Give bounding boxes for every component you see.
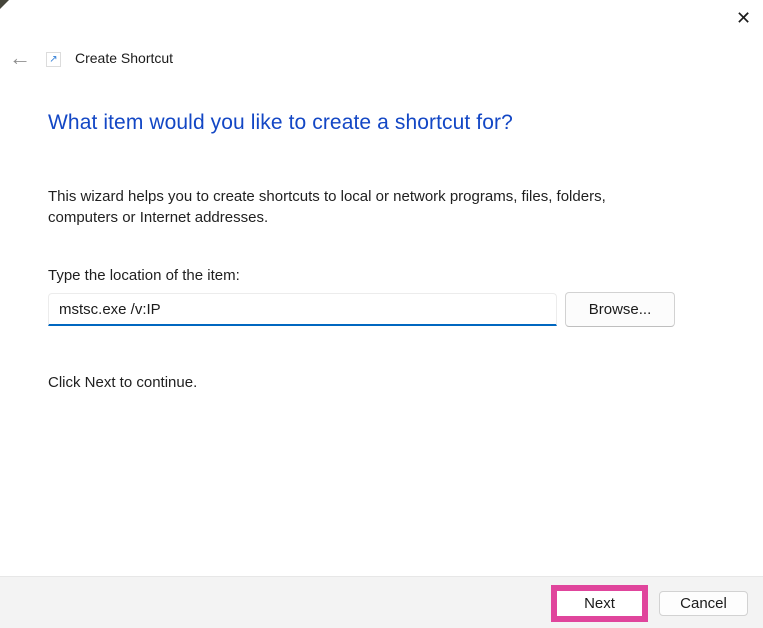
location-label: Type the location of the item: [48, 267, 240, 284]
back-button[interactable]: ← [5, 44, 35, 72]
close-button[interactable]: ✕ [727, 1, 760, 34]
browse-button[interactable]: Browse... [565, 292, 675, 327]
next-hint-text: Click Next to continue. [48, 374, 197, 391]
window-title: Create Shortcut [75, 50, 173, 66]
back-arrow-icon: ← [9, 47, 31, 69]
annotation-highlight-box: Next [551, 585, 648, 622]
next-button[interactable]: Next [557, 591, 642, 616]
shortcut-overlay-icon: ↗ [46, 52, 61, 67]
footer-bar [0, 576, 763, 628]
screen-corner-artifact [0, 0, 9, 9]
wizard-heading: What item would you like to create a sho… [48, 111, 513, 135]
close-icon: ✕ [736, 9, 751, 27]
cancel-button[interactable]: Cancel [659, 591, 748, 616]
location-input[interactable] [48, 293, 557, 326]
wizard-description: This wizard helps you to create shortcut… [48, 186, 670, 228]
